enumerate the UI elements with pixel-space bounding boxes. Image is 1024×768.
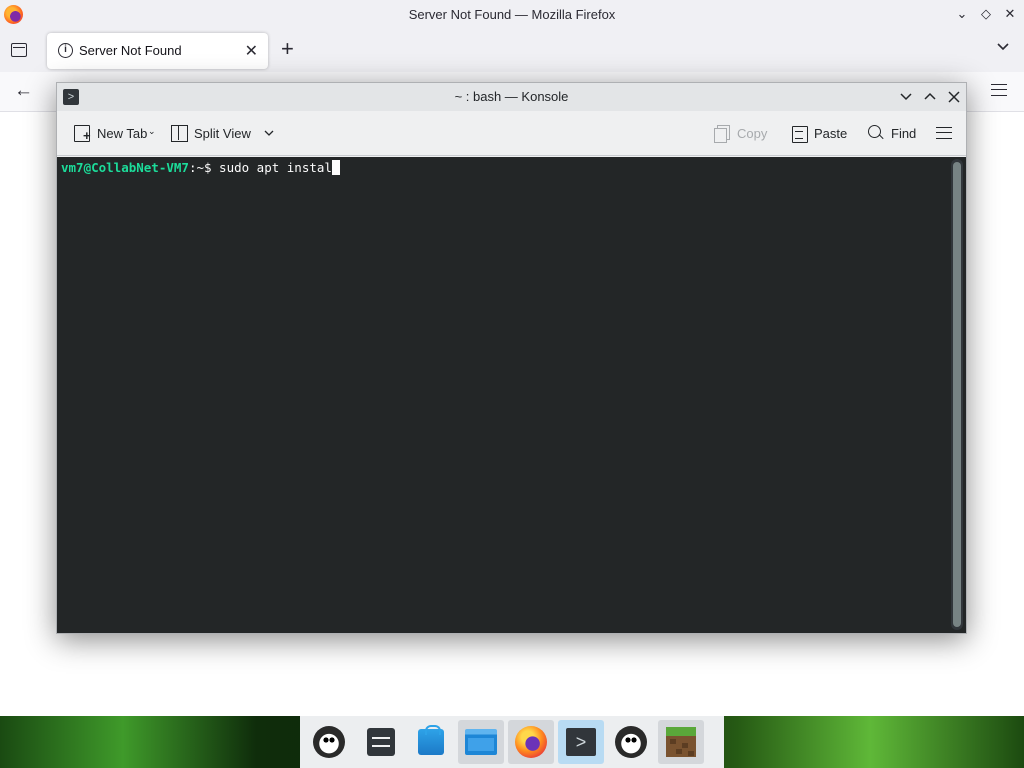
dock-item-konsole[interactable]: > <box>558 720 604 764</box>
firefox-window-title: Server Not Found — Mozilla Firefox <box>408 7 616 22</box>
tab-history-icon[interactable] <box>11 43 27 57</box>
settings-icon <box>367 728 395 756</box>
find-label: Find <box>891 125 917 141</box>
paste-label: Paste <box>814 125 848 141</box>
dock-item-file-manager[interactable] <box>458 720 504 764</box>
dock-item-settings[interactable] <box>358 720 404 764</box>
hamburger-menu-icon[interactable] <box>991 84 1007 96</box>
dock-item-firefox[interactable] <box>508 720 554 764</box>
split-view-label: Split View <box>194 125 251 141</box>
terminal-area[interactable]: vm7@CollabNet-VM7:~$ sudo apt instal <box>57 157 966 633</box>
info-icon: i <box>58 43 73 58</box>
dock-item-tux[interactable] <box>306 720 352 764</box>
konsole-window: > ~ : bash — Konsole New Tab ⌄ Split Vie… <box>56 82 967 634</box>
new-tab-icon <box>73 124 91 142</box>
split-view-icon <box>170 124 188 142</box>
new-tab-button[interactable]: New Tab <box>73 120 147 146</box>
paste-button[interactable]: Paste <box>790 120 847 146</box>
terminal-cursor <box>331 160 340 175</box>
close-icon[interactable] <box>945 88 963 106</box>
copy-icon <box>713 124 731 143</box>
new-tab-label: New Tab <box>97 125 148 141</box>
maximize-icon[interactable]: ◇ <box>978 6 994 22</box>
new-tab-button[interactable]: + <box>281 38 294 60</box>
konsole-window-title: ~ : bash — Konsole <box>454 89 569 104</box>
split-view-button[interactable]: Split View <box>170 120 275 146</box>
minimize-icon[interactable] <box>897 88 915 106</box>
new-tab-dropdown-icon[interactable]: ⌄ <box>148 126 156 137</box>
konsole-titlebar: > ~ : bash — Konsole <box>57 83 966 111</box>
hamburger-menu-icon <box>936 127 952 139</box>
minimize-icon[interactable]: ⌄ <box>954 6 970 22</box>
prompt-path: :~$ <box>188 160 212 175</box>
close-tab-icon[interactable]: ✕ <box>245 41 258 61</box>
tux-icon <box>313 726 345 758</box>
copy-label: Copy <box>737 125 768 141</box>
firefox-tab[interactable]: i Server Not Found ✕ <box>47 33 268 69</box>
back-button[interactable]: ← <box>14 80 33 102</box>
konsole-icon: > <box>566 728 596 756</box>
tux-icon <box>615 726 647 758</box>
hamburger-menu-button[interactable] <box>936 120 952 146</box>
tab-label: Server Not Found <box>79 43 182 58</box>
dock-item-minecraft[interactable] <box>658 720 704 764</box>
minecraft-icon <box>666 727 696 757</box>
find-button[interactable]: Find <box>867 120 916 146</box>
software-store-icon <box>418 725 444 755</box>
file-manager-icon <box>465 729 497 755</box>
dock-item-tux-2[interactable] <box>608 720 654 764</box>
firefox-titlebar: Server Not Found — Mozilla Firefox ⌄ ◇ ✕ <box>0 0 1024 30</box>
typed-command: sudo apt instal <box>211 160 332 175</box>
maximize-icon[interactable] <box>921 88 939 106</box>
konsole-toolbar: New Tab ⌄ Split View Copy Paste Find <box>57 111 966 156</box>
paste-icon <box>790 124 808 143</box>
close-icon[interactable]: ✕ <box>1002 6 1018 22</box>
firefox-icon <box>515 726 547 758</box>
scrollbar-handle[interactable] <box>953 162 961 627</box>
search-icon <box>867 124 885 142</box>
chevron-down-icon <box>264 130 274 136</box>
list-all-tabs-icon[interactable] <box>996 40 1010 54</box>
dock-item-software-store[interactable] <box>408 720 454 764</box>
terminal-prompt-line: vm7@CollabNet-VM7:~$ sudo apt instal <box>61 160 340 175</box>
copy-button[interactable]: Copy <box>713 120 767 146</box>
prompt-user-host: vm7@CollabNet-VM7 <box>61 160 189 175</box>
